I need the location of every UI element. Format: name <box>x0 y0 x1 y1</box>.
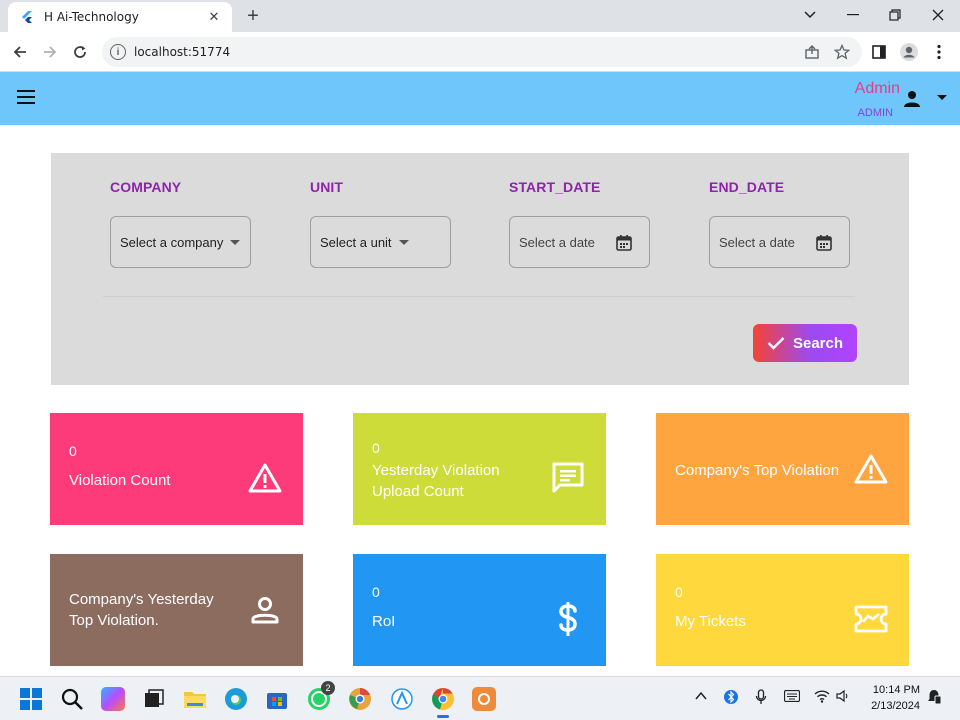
back-icon[interactable] <box>8 40 32 64</box>
task-view-icon[interactable] <box>142 687 166 711</box>
close-window-icon[interactable] <box>923 4 953 26</box>
card-violation-count[interactable]: 0 Violation Count <box>50 413 303 525</box>
card-roi[interactable]: 0 RoI <box>353 554 606 666</box>
restore-icon[interactable] <box>880 4 910 26</box>
tray-chevron-up-icon[interactable] <box>694 689 708 706</box>
microphone-icon[interactable] <box>755 689 767 708</box>
calendar-icon[interactable] <box>615 234 633 252</box>
filter-panel: COMPANY UNIT START_DATE END_DATE Select … <box>51 153 909 385</box>
profile-avatar[interactable] <box>897 40 921 64</box>
browser-toolbar: i localhost:51774 <box>0 32 960 72</box>
start-date-label: START_DATE <box>509 179 601 195</box>
calendar-icon[interactable] <box>815 234 833 252</box>
notification-icon[interactable] <box>926 689 942 708</box>
site-info-icon[interactable]: i <box>110 44 126 60</box>
admin-role: ADMIN <box>857 107 893 119</box>
file-explorer-icon[interactable] <box>183 687 207 711</box>
card-label: Company's Top Violation <box>675 462 840 479</box>
warning-icon <box>247 460 283 496</box>
card-label: RoI <box>372 613 396 630</box>
warning-icon <box>853 451 889 487</box>
start-date-placeholder: Select a date <box>519 234 595 250</box>
card-yesterday-upload-count[interactable]: 0 Yesterday Violation Upload Count <box>353 413 606 525</box>
search-button[interactable]: Search <box>753 324 857 362</box>
minimize-icon[interactable] <box>838 4 868 26</box>
browser-tab-bar: H Ai-Technology ✕ + <box>0 0 960 32</box>
card-label: Violation Count <box>69 472 171 489</box>
hamburger-menu-icon[interactable] <box>17 90 35 104</box>
bluetooth-icon[interactable] <box>724 689 738 708</box>
end-date-label: END_DATE <box>709 179 785 195</box>
card-value: 0 <box>372 440 380 456</box>
forward-icon[interactable] <box>38 40 62 64</box>
share-icon[interactable] <box>804 44 820 60</box>
company-label: COMPANY <box>110 179 182 195</box>
card-label-line2: Upload Count <box>372 483 464 500</box>
message-icon <box>550 460 586 496</box>
ticket-icon <box>853 601 889 637</box>
bookmark-star-icon[interactable] <box>834 44 850 60</box>
windows-start-icon[interactable] <box>19 687 43 711</box>
wifi-icon[interactable] <box>814 689 830 706</box>
card-label-line1: Yesterday Violation <box>372 462 500 479</box>
company-select[interactable]: Select a company <box>110 216 251 268</box>
check-icon <box>767 337 785 350</box>
card-value: 0 <box>372 584 380 600</box>
tab-title: H Ai-Technology <box>44 10 139 24</box>
card-value: 0 <box>675 584 683 600</box>
chevron-down-icon <box>230 239 241 245</box>
store-icon[interactable] <box>265 687 289 711</box>
chrome-icon[interactable] <box>431 687 455 718</box>
whatsapp-icon[interactable]: 2 <box>307 681 335 711</box>
app-icon[interactable] <box>390 687 414 711</box>
keyboard-icon[interactable] <box>783 689 801 705</box>
unit-select-text: Select a unit <box>320 234 392 250</box>
card-value: 0 <box>69 443 77 459</box>
close-tab-icon[interactable]: ✕ <box>204 7 224 27</box>
card-label-line1: Company's Yesterday <box>69 591 214 608</box>
card-label-line2: Top Violation. <box>69 612 159 629</box>
search-icon[interactable] <box>60 687 84 711</box>
chrome-canary-icon[interactable] <box>348 687 372 711</box>
start-date-field[interactable]: Select a date <box>509 216 650 268</box>
whatsapp-badge: 2 <box>321 681 335 695</box>
filter-divider <box>103 296 855 297</box>
company-select-text: Select a company <box>120 234 224 250</box>
admin-name: Admin <box>854 80 900 97</box>
card-label: My Tickets <box>675 613 746 630</box>
app-header: Admin ADMIN <box>0 72 960 125</box>
windows-taskbar: 2 10:14 PM 2/13/2024 <box>0 676 960 720</box>
side-panel-icon[interactable] <box>867 40 891 64</box>
card-company-top-violation[interactable]: Company's Top Violation <box>656 413 909 525</box>
end-date-placeholder: Select a date <box>719 234 795 250</box>
card-my-tickets[interactable]: 0 My Tickets <box>656 554 909 666</box>
card-company-yesterday-top-violation[interactable]: Company's Yesterday Top Violation. <box>50 554 303 666</box>
search-button-label: Search <box>792 334 844 352</box>
address-bar[interactable]: i localhost:51774 <box>102 37 862 67</box>
person-icon[interactable] <box>902 89 922 109</box>
active-app-indicator <box>437 715 449 718</box>
clock-date: 2/13/2024 <box>871 700 920 712</box>
end-date-field[interactable]: Select a date <box>709 216 850 268</box>
app-orange-icon[interactable] <box>472 687 496 711</box>
menu-dots-icon[interactable] <box>927 40 951 64</box>
chevron-down-icon <box>398 239 409 245</box>
flutter-icon <box>20 10 34 24</box>
unit-label: UNIT <box>310 179 344 195</box>
dollar-icon <box>550 601 586 637</box>
url-text: localhost:51774 <box>134 45 231 59</box>
browser-tab[interactable]: H Ai-Technology ✕ <box>8 2 232 32</box>
edge-icon[interactable] <box>224 687 248 711</box>
copilot-icon[interactable] <box>101 687 125 711</box>
person-outline-icon <box>247 592 283 628</box>
account-dropdown-icon[interactable] <box>937 95 947 100</box>
taskbar-clock[interactable]: 10:14 PM 2/13/2024 <box>871 682 920 714</box>
unit-select[interactable]: Select a unit <box>310 216 451 268</box>
volume-icon[interactable] <box>836 689 850 706</box>
clock-time: 10:14 PM <box>872 684 920 696</box>
reload-icon[interactable] <box>68 40 92 64</box>
tab-search-icon[interactable] <box>795 4 825 26</box>
new-tab-button[interactable]: + <box>242 5 264 27</box>
